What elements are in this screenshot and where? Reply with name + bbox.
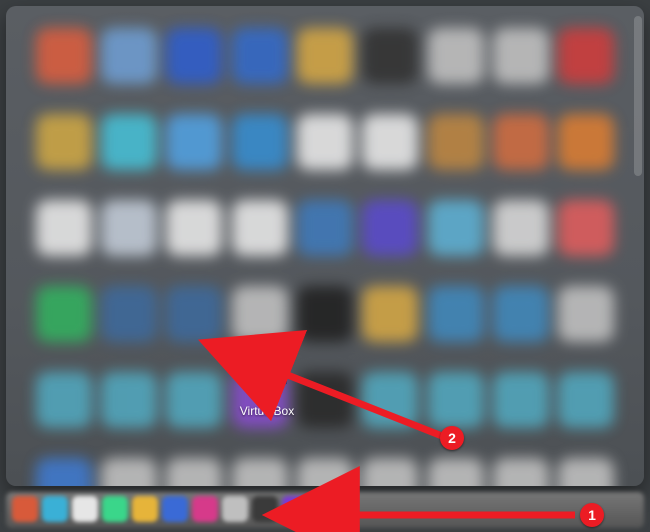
dock-app[interactable] xyxy=(252,496,278,522)
screenshot-frame: vbox VirtualBox ▾ 1 2 xyxy=(0,0,650,532)
app-tile-blurred[interactable] xyxy=(428,372,484,428)
dock-app[interactable] xyxy=(282,496,308,522)
app-tile-blurred[interactable] xyxy=(558,286,614,342)
app-tile-blurred[interactable] xyxy=(362,458,418,486)
dock-app[interactable] xyxy=(132,496,158,522)
app-tile-blurred[interactable] xyxy=(362,286,418,342)
app-tile-blurred[interactable] xyxy=(101,458,157,486)
dock-app[interactable] xyxy=(102,496,128,522)
app-tile-blurred[interactable] xyxy=(297,114,353,170)
scrollbar[interactable] xyxy=(634,16,642,176)
app-tile-blurred[interactable] xyxy=(493,200,549,256)
dock-app[interactable] xyxy=(162,496,188,522)
app-tile-blurred[interactable] xyxy=(362,28,418,84)
app-tile-blurred[interactable] xyxy=(232,286,288,342)
app-tile-blurred[interactable] xyxy=(362,372,418,428)
app-tile-blurred[interactable] xyxy=(493,114,549,170)
app-tile-blurred[interactable] xyxy=(428,200,484,256)
app-tile-blurred[interactable] xyxy=(36,458,92,486)
svg-text:vbox: vbox xyxy=(263,356,272,361)
app-tile-blurred[interactable] xyxy=(428,114,484,170)
app-tile-blurred[interactable] xyxy=(493,28,549,84)
app-tile-blurred[interactable] xyxy=(297,200,353,256)
app-tile-blurred[interactable] xyxy=(36,372,92,428)
app-tile-blurred[interactable] xyxy=(297,28,353,84)
app-tile-blurred[interactable] xyxy=(166,114,222,170)
app-tile-blurred[interactable] xyxy=(428,458,484,486)
app-tile-blurred[interactable] xyxy=(232,28,288,84)
app-tile-blurred[interactable] xyxy=(362,114,418,170)
app-tile-blurred[interactable] xyxy=(166,28,222,84)
app-tile-blurred[interactable] xyxy=(101,286,157,342)
app-tile-blurred[interactable] xyxy=(428,28,484,84)
app-tile-blurred[interactable] xyxy=(428,286,484,342)
dock-launchpad-toggle[interactable]: ▾ xyxy=(315,502,341,524)
app-tile-blurred[interactable] xyxy=(166,286,222,342)
app-tile-blurred[interactable] xyxy=(36,114,92,170)
dock-app[interactable] xyxy=(222,496,248,522)
dock-app[interactable] xyxy=(12,496,38,522)
dock-app[interactable] xyxy=(42,496,68,522)
app-tile-blurred[interactable] xyxy=(232,458,288,486)
app-tile-blurred[interactable] xyxy=(558,200,614,256)
app-tile-blurred[interactable] xyxy=(558,114,614,170)
app-tile-blurred[interactable] xyxy=(558,458,614,486)
app-tile-blurred[interactable] xyxy=(493,458,549,486)
app-tile-blurred[interactable] xyxy=(101,28,157,84)
dock-app[interactable] xyxy=(192,496,218,522)
app-tile-blurred[interactable] xyxy=(558,28,614,84)
app-virtualbox-label: VirtualBox xyxy=(212,404,322,418)
app-virtualbox[interactable]: vbox VirtualBox xyxy=(212,346,322,418)
app-tile-blurred[interactable] xyxy=(362,200,418,256)
launchpad-panel: vbox VirtualBox xyxy=(6,6,644,486)
app-tile-blurred[interactable] xyxy=(166,200,222,256)
app-tile-blurred[interactable] xyxy=(101,114,157,170)
app-tile-blurred[interactable] xyxy=(36,286,92,342)
app-grid-blurred xyxy=(34,16,616,466)
app-tile-blurred[interactable] xyxy=(101,372,157,428)
app-tile-blurred[interactable] xyxy=(166,458,222,486)
app-tile-blurred[interactable] xyxy=(297,458,353,486)
chevron-down-icon: ▾ xyxy=(325,507,331,519)
app-tile-blurred[interactable] xyxy=(232,200,288,256)
app-tile-blurred[interactable] xyxy=(493,372,549,428)
app-tile-blurred[interactable] xyxy=(36,28,92,84)
app-tile-blurred[interactable] xyxy=(493,286,549,342)
app-tile-blurred[interactable] xyxy=(232,114,288,170)
app-tile-blurred[interactable] xyxy=(297,286,353,342)
app-tile-blurred[interactable] xyxy=(558,372,614,428)
virtualbox-icon: vbox xyxy=(212,346,322,398)
app-tile-blurred[interactable] xyxy=(101,200,157,256)
dock-app[interactable] xyxy=(72,496,98,522)
app-tile-blurred[interactable] xyxy=(36,200,92,256)
